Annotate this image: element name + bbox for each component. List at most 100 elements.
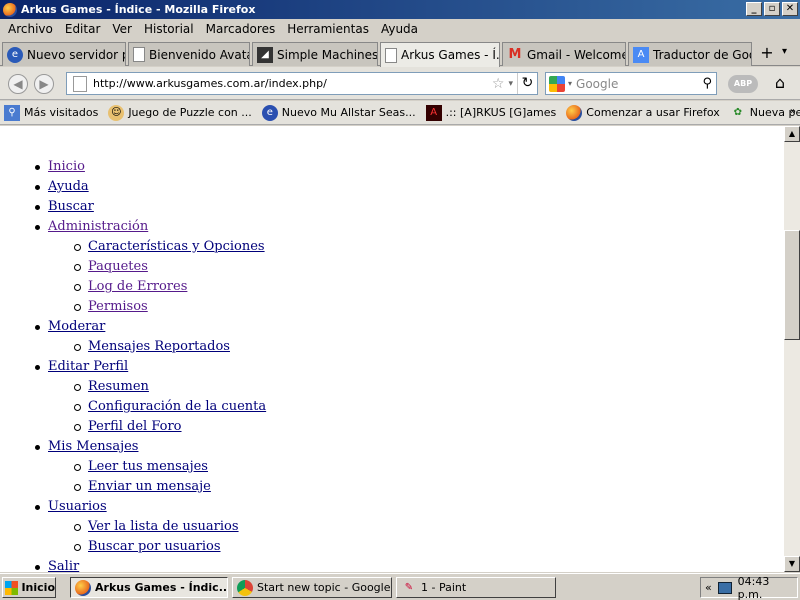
taskbar: Inicio Arkus Games - Índic... Start new … xyxy=(0,573,800,600)
home-icon[interactable]: ⌂ xyxy=(768,73,792,95)
menu-bar: Archivo Editar Ver Historial Marcadores … xyxy=(0,19,800,39)
link-moderar[interactable]: Moderar xyxy=(48,319,105,334)
tab-traductor[interactable]: A Traductor de Google xyxy=(628,42,752,66)
page-content: Inicio Ayuda Buscar Administración Carac… xyxy=(0,126,784,572)
address-bar[interactable]: http://www.arkusgames.com.ar/index.php/ … xyxy=(66,72,538,95)
tab-arkus-games[interactable]: Arkus Games - Í... ✕ xyxy=(380,42,500,67)
tab-nuevo-servidor[interactable]: e Nuevo servidor pro... xyxy=(2,42,126,66)
list-item: Usuarios Ver la lista de usuarios Buscar… xyxy=(32,497,266,557)
scroll-thumb[interactable] xyxy=(784,230,800,340)
link-inicio[interactable]: Inicio xyxy=(48,159,85,174)
adblock-plus-button[interactable]: ABP xyxy=(728,75,758,93)
task-firefox[interactable]: Arkus Games - Índic... xyxy=(70,577,228,598)
menu-ayuda[interactable]: Ayuda xyxy=(375,22,424,36)
link-resumen[interactable]: Resumen xyxy=(88,379,149,394)
list-item: Paquetes xyxy=(72,257,266,277)
submenu-mis-mensajes: Leer tus mensajes Enviar un mensaje xyxy=(72,457,266,497)
reload-icon[interactable]: ↻ xyxy=(517,73,537,94)
maximize-button[interactable]: ▫ xyxy=(764,2,780,16)
arkus-icon: A xyxy=(425,104,442,121)
list-item: Buscar xyxy=(32,197,266,217)
page-icon xyxy=(385,47,397,63)
bookmark-mas-visitados[interactable]: ⚲ Más visitados xyxy=(4,104,98,121)
menu-historial[interactable]: Historial xyxy=(138,22,200,36)
start-button[interactable]: Inicio xyxy=(2,577,56,598)
bookmarks-overflow-icon[interactable]: » xyxy=(790,106,796,117)
menu-ver[interactable]: Ver xyxy=(106,22,138,36)
menu-archivo[interactable]: Archivo xyxy=(2,22,59,36)
link-enviar-mensaje[interactable]: Enviar un mensaje xyxy=(88,479,211,494)
bookmark-juego-puzzle[interactable]: ☺ Juego de Puzzle con ... xyxy=(108,104,252,121)
close-button[interactable]: ✕ xyxy=(782,2,798,16)
submenu-editar-perfil: Resumen Configuración de la cuenta Perfi… xyxy=(72,377,266,437)
scroll-up-button[interactable]: ▲ xyxy=(784,126,800,142)
menu-marcadores[interactable]: Marcadores xyxy=(200,22,282,36)
puzzle-icon: ☺ xyxy=(108,104,125,121)
vertical-scrollbar[interactable]: ▲ ▼ xyxy=(784,126,800,572)
link-permisos[interactable]: Permisos xyxy=(88,299,148,314)
search-input[interactable]: Google xyxy=(576,77,702,91)
link-caracteristicas[interactable]: Características y Opciones xyxy=(88,239,265,254)
link-buscar-usuarios[interactable]: Buscar por usuarios xyxy=(88,539,221,554)
bookmarks-toolbar: ⚲ Más visitados ☺ Juego de Puzzle con ..… xyxy=(0,101,800,125)
tab-label: Traductor de Google xyxy=(653,47,751,62)
forward-button[interactable]: ▶ xyxy=(34,74,54,94)
window-title: Arkus Games - Índice - Mozilla Firefox xyxy=(21,3,256,16)
task-label: 1 - Paint xyxy=(421,581,467,594)
task-paint[interactable]: ✎ 1 - Paint xyxy=(396,577,556,598)
scroll-down-button[interactable]: ▼ xyxy=(784,556,800,572)
search-engine-dropdown-icon[interactable]: ▾ xyxy=(568,79,572,88)
list-item: Mis Mensajes Leer tus mensajes Enviar un… xyxy=(32,437,266,497)
tab-list-chevron-icon[interactable]: ▾ xyxy=(782,46,787,57)
back-button[interactable]: ◀ xyxy=(8,74,28,94)
network-icon[interactable] xyxy=(717,581,732,594)
menu-editar[interactable]: Editar xyxy=(59,22,107,36)
minimize-button[interactable]: _ xyxy=(746,2,762,16)
new-tab-icon: ✿ xyxy=(733,107,742,118)
link-log-errores[interactable]: Log de Errores xyxy=(88,279,187,294)
link-leer-mensajes[interactable]: Leer tus mensajes xyxy=(88,459,208,474)
list-item: Resumen xyxy=(72,377,266,397)
tab-gmail[interactable]: M Gmail - Welcome to... xyxy=(502,42,626,66)
url-text[interactable]: http://www.arkusgames.com.ar/index.php/ xyxy=(93,77,492,90)
link-mis-mensajes[interactable]: Mis Mensajes xyxy=(48,439,138,454)
bookmark-label: .:: [A]RKUS [G]ames xyxy=(445,106,557,119)
link-paquetes[interactable]: Paquetes xyxy=(88,259,148,274)
link-editar-perfil[interactable]: Editar Perfil xyxy=(48,359,128,374)
history-dropdown-icon[interactable]: ▾ xyxy=(508,79,513,89)
google-icon[interactable] xyxy=(549,75,565,92)
system-tray: « 04:43 p.m. xyxy=(700,575,798,600)
tray-expand-icon[interactable]: « xyxy=(705,581,712,594)
bookmark-star-icon[interactable]: ☆ xyxy=(492,76,505,92)
task-chrome[interactable]: Start new topic - Google ... xyxy=(232,577,392,598)
link-administracion[interactable]: Administración xyxy=(48,219,148,234)
list-item: Perfil del Foro xyxy=(72,417,266,437)
list-item: Ayuda xyxy=(32,177,266,197)
link-ayuda[interactable]: Ayuda xyxy=(48,179,89,194)
tab-simple-machines[interactable]: ◢ Simple Machines C... xyxy=(252,42,378,66)
task-label: Arkus Games - Índic... xyxy=(95,581,228,594)
link-mensajes-reportados[interactable]: Mensajes Reportados xyxy=(88,339,230,354)
bookmark-arkus-games[interactable]: A .:: [A]RKUS [G]ames xyxy=(425,104,557,121)
link-usuarios[interactable]: Usuarios xyxy=(48,499,107,514)
tab-bienvenido[interactable]: Bienvenido Avatar... xyxy=(128,42,250,66)
link-configuracion-cuenta[interactable]: Configuración de la cuenta xyxy=(88,399,266,414)
link-lista-usuarios[interactable]: Ver la lista de usuarios xyxy=(88,519,239,534)
link-buscar[interactable]: Buscar xyxy=(48,199,94,214)
chrome-icon xyxy=(237,579,253,596)
bookmark-mu-allstar[interactable]: e Nuevo Mu Allstar Seas... xyxy=(261,104,416,121)
link-perfil-foro[interactable]: Perfil del Foro xyxy=(88,419,182,434)
gmail-icon: M xyxy=(508,47,522,62)
list-item: Inicio xyxy=(32,157,266,177)
new-tab-button[interactable]: + xyxy=(756,44,778,64)
clock[interactable]: 04:43 p.m. xyxy=(738,575,797,600)
search-bar[interactable]: ▾ Google ⚲ xyxy=(545,72,717,95)
bookmark-label: Comenzar a usar Firefox xyxy=(586,106,720,119)
search-icon[interactable]: ⚲ xyxy=(702,76,712,91)
site-icon: e xyxy=(7,46,23,63)
bookmark-label: Juego de Puzzle con ... xyxy=(128,106,252,119)
link-salir[interactable]: Salir xyxy=(48,559,79,572)
menu-herramientas[interactable]: Herramientas xyxy=(281,22,375,36)
bookmark-comenzar-firefox[interactable]: Comenzar a usar Firefox xyxy=(566,104,720,121)
list-item: Características y Opciones xyxy=(72,237,266,257)
